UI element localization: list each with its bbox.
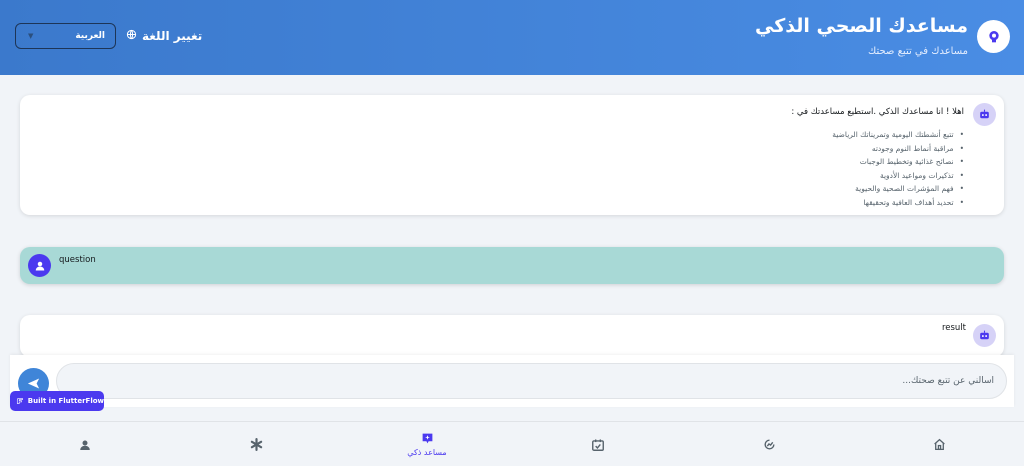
nav-item-smart-assistant[interactable]: مساعد ذكي xyxy=(377,422,477,466)
user-question-message: question xyxy=(20,247,1004,284)
nav-item-calendar[interactable] xyxy=(548,422,648,466)
brain-logo-icon xyxy=(977,20,1010,53)
nav-label-smart-assistant: مساعد ذكي xyxy=(407,448,447,457)
chevron-down-icon: ▼ xyxy=(28,32,34,40)
language-selected-value: العربية xyxy=(75,31,105,41)
robot-icon xyxy=(973,103,996,126)
page-title: مساعدك الصحي الذكي xyxy=(754,15,968,37)
list-item: نصائح غذائية وتخطيط الوجبات xyxy=(832,155,964,169)
list-item: فهم المؤشرات الصحية والحيوية xyxy=(832,182,964,196)
list-item: تذكيرات ومواعيد الأدوية xyxy=(832,169,964,183)
user-avatar-icon xyxy=(28,254,51,277)
page-subtitle: مساعدك في تتبع صحتك xyxy=(868,46,968,57)
person-icon xyxy=(80,440,90,450)
flutterflow-badge[interactable]: Built in FlutterFlow xyxy=(10,391,104,411)
robot-icon xyxy=(973,324,996,347)
features-list: تتبع أنشطتك اليومية وتمريناتك الرياضية م… xyxy=(832,128,964,209)
bottom-nav: مساعد ذكي xyxy=(0,421,1024,466)
nav-item-medical[interactable] xyxy=(206,422,306,466)
nav-item-profile[interactable] xyxy=(35,422,135,466)
list-item: مراقبة أنماط النوم وجودته xyxy=(832,142,964,156)
chat-input-bar xyxy=(10,355,1014,407)
nav-item-home[interactable] xyxy=(889,422,989,466)
asterisk-icon xyxy=(250,438,262,451)
language-dropdown[interactable]: ▼ العربية xyxy=(15,23,116,49)
chat-input[interactable] xyxy=(56,363,1007,399)
bot-result-message: result xyxy=(20,315,1004,357)
globe-icon xyxy=(126,29,137,43)
home-icon xyxy=(933,438,945,451)
change-language-text: تغيير اللغة xyxy=(142,29,203,43)
send-icon xyxy=(27,378,40,389)
question-text: question xyxy=(59,255,96,265)
list-item: تحديد أهداف العافية وتحقيقها xyxy=(832,196,964,210)
calendar-check-icon xyxy=(592,438,604,451)
bot-greeting-text: اهلا ! انا مساعدك الذكي .استطيع مساعدتك … xyxy=(791,107,964,117)
change-language-label: تغيير اللغة xyxy=(126,29,202,43)
bot-welcome-message: اهلا ! انا مساعدك الذكي .استطيع مساعدتك … xyxy=(20,95,1004,215)
badge-label: Built in FlutterFlow xyxy=(27,397,104,405)
tracking-icon xyxy=(763,439,775,450)
smart-assistant-icon xyxy=(422,433,432,444)
result-text: result xyxy=(941,323,966,333)
nav-item-tracking[interactable] xyxy=(719,422,819,466)
list-item: تتبع أنشطتك اليومية وتمريناتك الرياضية xyxy=(832,128,964,142)
flutterflow-logo-icon xyxy=(16,398,23,404)
app-header: مساعدك الصحي الذكي مساعدك في تتبع صحتك ت… xyxy=(0,0,1024,75)
